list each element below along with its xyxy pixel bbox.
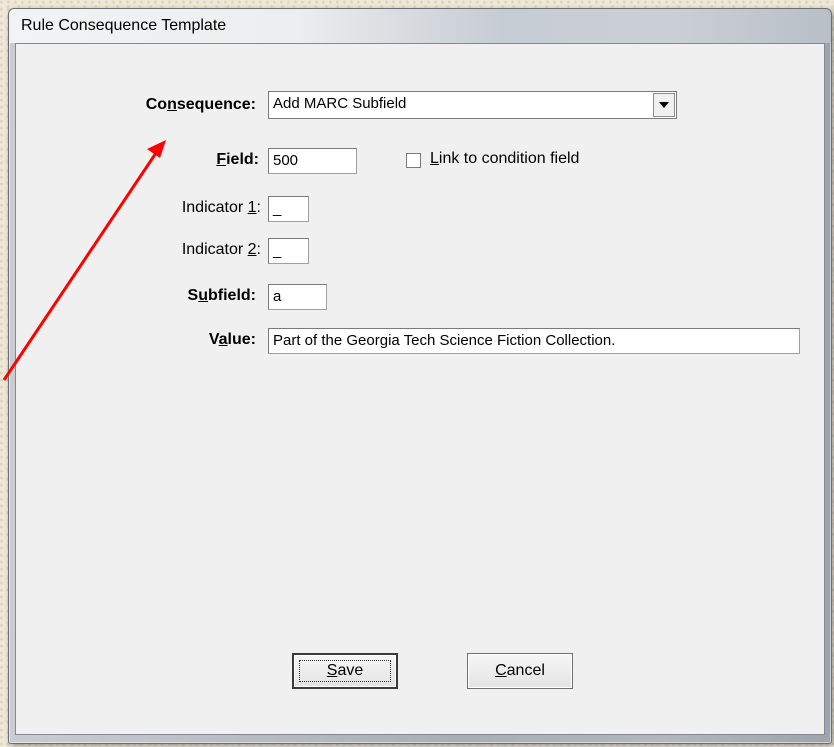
arrowhead-icon bbox=[147, 140, 166, 158]
annotation-arrow bbox=[2, 140, 166, 381]
